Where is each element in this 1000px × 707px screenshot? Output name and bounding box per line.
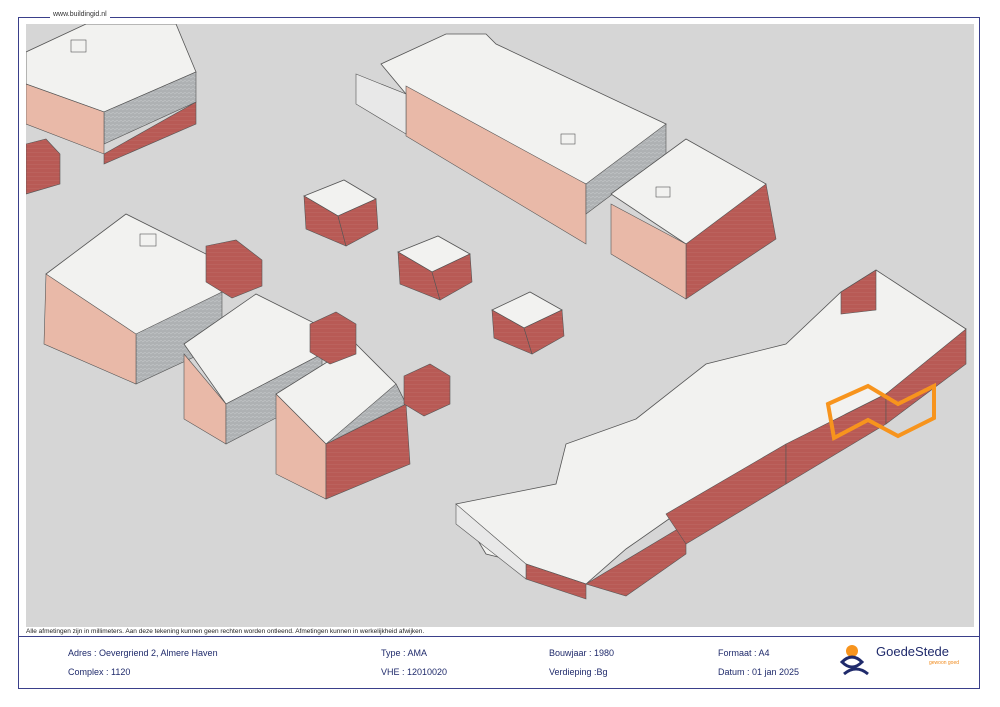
source-url[interactable]: www.buildingid.nl xyxy=(50,11,110,18)
logo-tagline: gewoon goed xyxy=(929,660,960,666)
formaat-field: Formaat : A4 xyxy=(718,648,770,658)
logo-mark-icon xyxy=(839,645,869,676)
shed-small-left xyxy=(25,138,61,195)
divider xyxy=(18,636,980,637)
goedestede-logo: GoedeStede gewoon goed xyxy=(836,642,976,686)
house-top-left xyxy=(25,23,197,165)
bouwjaar-field: Bouwjaar : 1980 xyxy=(549,648,615,658)
shed-2 xyxy=(397,235,473,301)
complex-field: Complex : 1120 xyxy=(68,667,131,677)
disclaimer: Alle afmetingen zijn in millimeters. Aan… xyxy=(26,628,425,635)
verdieping-field: Verdieping :Bg xyxy=(549,667,608,677)
shed-4 xyxy=(403,363,451,417)
shed-5 xyxy=(309,311,357,365)
address-field: Adres : Oevergriend 2, Almere Haven xyxy=(68,648,218,658)
isometric-drawing xyxy=(25,23,974,627)
logo-name: GoedeStede xyxy=(876,644,950,659)
vhe-field: VHE : 12010020 xyxy=(381,667,448,677)
shed-1 xyxy=(303,179,379,247)
datum-field: Datum : 01 jan 2025 xyxy=(718,667,800,677)
shed-3 xyxy=(491,291,565,355)
type-field: Type : AMA xyxy=(381,648,428,658)
